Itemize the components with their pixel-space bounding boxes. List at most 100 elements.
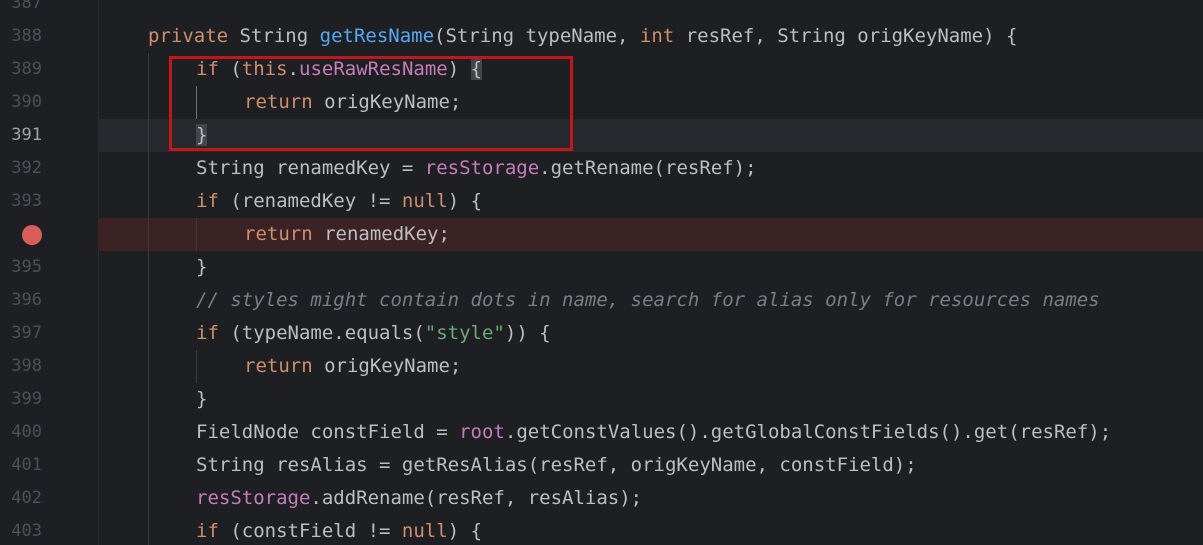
code-token: .	[287, 58, 299, 80]
code-text[interactable]: private String getResName(String typeNam…	[148, 20, 1017, 53]
code-token: this	[241, 58, 288, 80]
indent-guide	[196, 350, 197, 383]
code-line-breakpoint[interactable]: return renamedKey;	[0, 218, 1203, 251]
code-token: return	[244, 355, 313, 377]
code-token: if	[196, 58, 219, 80]
code-token: // styles might contain dots in name, se…	[196, 289, 1100, 311]
line-number: 397	[11, 323, 42, 343]
line-number: 403	[11, 521, 42, 541]
code-text[interactable]: }	[196, 251, 207, 284]
code-token: String	[239, 25, 309, 47]
code-text[interactable]: return origKeyName;	[244, 350, 461, 383]
code-line[interactable]: 400 FieldNode constField = root.getConst…	[0, 416, 1203, 449]
code-token: .addRename(resRef, resAlias);	[310, 487, 643, 509]
code-line[interactable]: 390 return origKeyName;	[0, 86, 1203, 119]
line-number: 402	[11, 488, 42, 508]
code-text[interactable]: return renamedKey;	[244, 218, 450, 251]
code-token: return	[244, 223, 313, 245]
line-number: 390	[11, 92, 42, 112]
code-token: (String typeName,	[434, 25, 640, 47]
code-line[interactable]: 403 if (constField != null) {	[0, 515, 1203, 545]
code-token: }	[196, 124, 208, 146]
code-text[interactable]: resStorage.addRename(resRef, resAlias);	[196, 482, 642, 515]
line-number: 401	[11, 455, 42, 475]
code-text[interactable]: }	[196, 383, 207, 416]
code-token: resRef, String origKeyName) {	[674, 25, 1018, 47]
code-text[interactable]: return origKeyName;	[244, 86, 461, 119]
code-text[interactable]: if (renamedKey != null) {	[196, 185, 482, 218]
code-token: null	[401, 520, 448, 542]
indent-guide	[148, 53, 149, 545]
line-number: 395	[11, 257, 42, 277]
code-line[interactable]: 399 }	[0, 383, 1203, 416]
code-text[interactable]: // styles might contain dots in name, se…	[196, 284, 1100, 317]
code-token: if	[196, 322, 219, 344]
code-token: )	[447, 58, 471, 80]
line-number: 396	[11, 290, 42, 310]
code-line[interactable]: 397 if (typeName.equals("style")) {	[0, 317, 1203, 350]
code-text[interactable]: String resAlias = getResAlias(resRef, or…	[196, 449, 917, 482]
code-text[interactable]: String renamedKey = resStorage.getRename…	[196, 152, 757, 185]
code-text[interactable]: if (this.useRawResName) {	[196, 53, 483, 86]
code-text[interactable]: if (typeName.equals("style")) {	[196, 317, 551, 350]
code-token: if	[196, 190, 219, 212]
code-line[interactable]: 402 resStorage.addRename(resRef, resAlia…	[0, 482, 1203, 515]
code-line[interactable]: 387	[0, 0, 1203, 20]
line-number: 393	[11, 191, 42, 211]
code-line[interactable]: 396 // styles might contain dots in name…	[0, 284, 1203, 317]
code-line[interactable]: 389 if (this.useRawResName) {	[0, 53, 1203, 86]
code-line[interactable]: 401 String resAlias = getResAlias(resRef…	[0, 449, 1203, 482]
code-token: )) {	[504, 322, 551, 344]
code-token: resStorage	[424, 157, 540, 179]
code-line[interactable]: 398 return origKeyName;	[0, 350, 1203, 383]
line-number: 387	[11, 0, 42, 13]
code-token: String resAlias = getResAlias(resRef, or…	[196, 454, 917, 476]
code-token: null	[401, 190, 448, 212]
line-number: 388	[11, 26, 42, 46]
code-token: .getRename(resRef);	[539, 157, 757, 179]
code-token: int	[639, 25, 675, 47]
code-token: renamedKey;	[312, 223, 450, 245]
code-text[interactable]: if (constField != null) {	[196, 515, 482, 545]
code-line[interactable]: 393 if (renamedKey != null) {	[0, 185, 1203, 218]
breakpoint-icon[interactable]	[22, 225, 42, 245]
code-token: (typeName.equals(	[218, 322, 425, 344]
line-number: 400	[11, 422, 42, 442]
code-token: origKeyName;	[312, 91, 462, 113]
code-text[interactable]: FieldNode constField = root.getConstValu…	[196, 416, 1111, 449]
code-token: private	[148, 25, 229, 47]
line-number: 392	[11, 158, 42, 178]
code-line[interactable]: 388 private String getResName(String typ…	[0, 20, 1203, 53]
line-number: 398	[11, 356, 42, 376]
code-token: {	[470, 58, 483, 80]
code-token: }	[196, 256, 208, 278]
code-token: FieldNode constField =	[196, 421, 460, 443]
code-token: "style"	[424, 322, 505, 344]
code-editor[interactable]: 387 388 private String getResName(String…	[0, 0, 1203, 545]
code-token: useRawResName	[299, 58, 448, 80]
code-token: }	[196, 388, 208, 410]
code-token: return	[244, 91, 313, 113]
line-number: 391	[11, 125, 42, 145]
code-token: ) {	[447, 190, 483, 212]
indent-guide	[196, 86, 197, 119]
code-line[interactable]: 392 String renamedKey = resStorage.getRe…	[0, 152, 1203, 185]
code-token: (	[218, 58, 242, 80]
code-line[interactable]: 395 }	[0, 251, 1203, 284]
code-token: resStorage	[196, 487, 311, 509]
code-token: .getConstValues().getGlobalConstFields()…	[504, 421, 1112, 443]
code-token: root	[459, 421, 505, 443]
code-text[interactable]: }	[196, 119, 208, 152]
code-token: (renamedKey !=	[218, 190, 402, 212]
code-token: if	[196, 520, 219, 542]
line-number: 389	[11, 59, 42, 79]
code-token: origKeyName;	[312, 355, 462, 377]
code-token: String renamedKey =	[196, 157, 425, 179]
code-line-current[interactable]: 391 }	[0, 119, 1203, 152]
indent-guide	[196, 218, 197, 251]
code-token: (constField !=	[218, 520, 402, 542]
code-token: ) {	[447, 520, 483, 542]
line-number: 399	[11, 389, 42, 409]
